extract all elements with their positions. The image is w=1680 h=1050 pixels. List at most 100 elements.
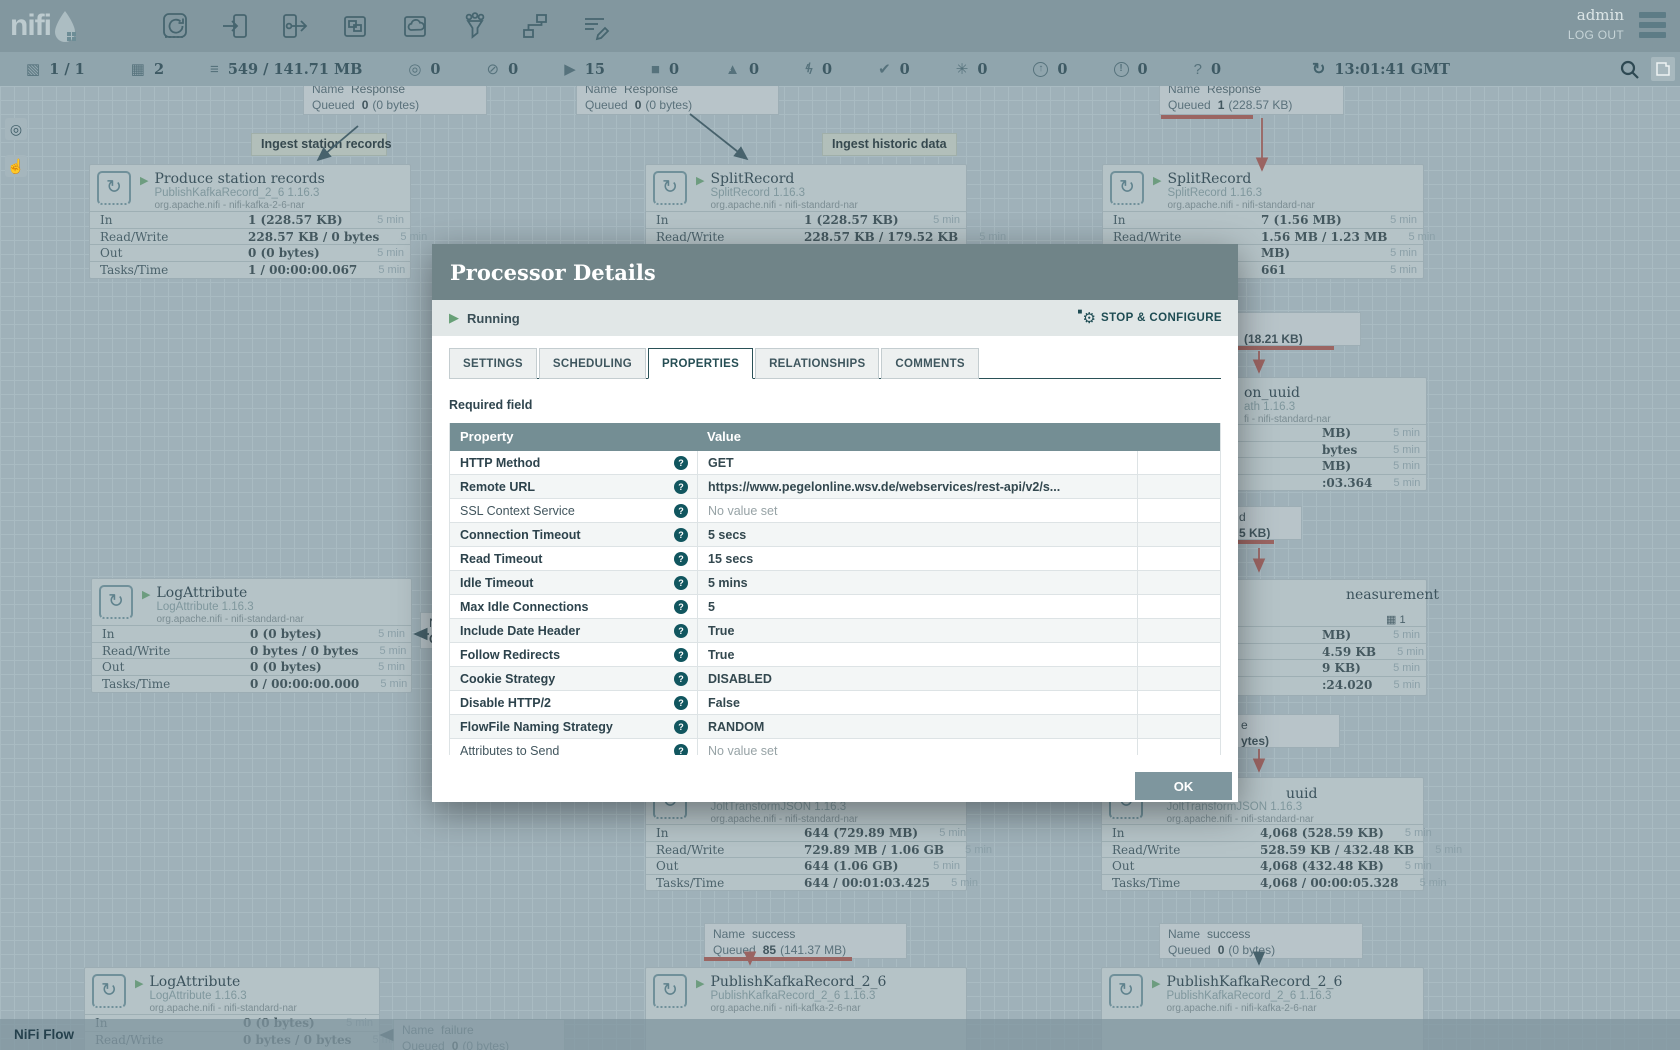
help-icon[interactable]: ? [674,672,688,686]
property-name: Follow Redirects? [450,643,697,667]
running-icon: ▶ [564,62,576,77]
help-icon[interactable]: ? [674,504,688,518]
property-name: Idle Timeout? [450,571,697,595]
properties-table-header: Property Value [450,423,1220,451]
help-icon[interactable]: ? [674,648,688,662]
property-value: DISABLED [697,667,1137,691]
status-count: 0 [1211,61,1221,78]
property-row: Max Idle Connections?5 [450,595,1220,619]
nifi-logo: nifi [10,8,132,44]
remote-process-group-icon[interactable] [398,9,432,43]
status-count: 0 [900,61,910,78]
dialog-title: Processor Details [450,260,656,285]
property-value: No value set [697,739,1137,755]
active-threads-icon: ▦ [131,62,145,77]
tab-relationships[interactable]: RELATIONSHIPS [755,348,879,379]
nifi-logo-text: nifi [10,9,51,43]
property-row: Cookie Strategy?DISABLED [450,667,1220,691]
column-value: Value [697,423,1137,451]
processor-details-dialog: Processor Details ▶ Running ⚙■ STOP & CO… [432,244,1238,802]
help-icon[interactable]: ? [674,552,688,566]
property-name: HTTP Method? [450,451,697,475]
status-count: 0 [1057,61,1067,78]
property-row: Remote URL?https://www.pegelonline.wsv.d… [450,475,1220,499]
property-name: SSL Context Service? [450,499,697,523]
unknown-icon: ? [1194,62,1202,77]
property-row: Read Timeout?15 secs [450,547,1220,571]
property-name: Max Idle Connections? [450,595,697,619]
flow-status-bar: ▧1 / 1▦2≡549 / 141.71 MB◎0⊘0▶15■0▲!0ϟ/0✔… [0,52,1680,86]
global-menu-icon[interactable] [1639,12,1666,42]
status-count: 2 [154,61,164,78]
property-value: 5 secs [697,523,1137,547]
help-icon[interactable]: ? [674,744,688,755]
dialog-header: Processor Details [432,244,1238,300]
not-transmitting-icon: ⊘ [487,62,500,77]
tab-settings[interactable]: SETTINGS [449,348,537,379]
property-value: No value set [697,499,1137,523]
last-refresh-time: 13:01:41 GMT [1334,61,1450,78]
disabled-icon: ϟ/ [805,62,813,77]
property-value: https://www.pegelonline.wsv.de/webservic… [697,475,1137,499]
locally-modified-icon: ✳ [956,62,969,77]
help-icon[interactable]: ? [674,696,688,710]
dialog-status-bar: ▶ Running ⚙■ STOP & CONFIGURE [432,300,1238,336]
property-value: 5 [697,595,1137,619]
stop-and-configure-button[interactable]: ⚙■ STOP & CONFIGURE [1083,309,1222,327]
property-row: Attributes to Send?No value set [450,739,1220,755]
status-count: 15 [585,61,605,78]
help-icon[interactable]: ? [674,576,688,590]
property-row: FlowFile Naming Strategy?RANDOM [450,715,1220,739]
template-icon[interactable] [518,9,552,43]
property-name: FlowFile Naming Strategy? [450,715,697,739]
help-icon[interactable]: ? [674,528,688,542]
stopped-icon: ■ [651,62,660,77]
search-icon[interactable] [1619,59,1640,85]
dialog-tabs: SETTINGSSCHEDULINGPROPERTIESRELATIONSHIP… [449,348,1221,379]
new-template-panel-icon[interactable] [1651,57,1675,81]
tab-comments[interactable]: COMMENTS [881,348,978,379]
input-port-icon[interactable] [218,9,252,43]
invalid-icon: ▲! [725,62,740,77]
stop-configure-icon: ⚙■ [1083,309,1096,327]
nifi-drop-icon [51,8,79,44]
refresh-icon[interactable]: ↻ [1312,59,1325,79]
cluster-icon: ▧ [26,62,40,77]
property-name: Disable HTTP/2? [450,691,697,715]
status-count: 549 / 141.71 MB [228,61,363,78]
up-to-date-icon: ✔ [878,62,891,77]
property-value: 15 secs [697,547,1137,571]
column-property: Property [450,423,697,451]
process-group-icon[interactable] [338,9,372,43]
tab-properties[interactable]: PROPERTIES [648,348,753,379]
running-icon: ▶ [449,310,459,326]
property-value: True [697,619,1137,643]
logout-link[interactable]: LOG OUT [1568,28,1624,42]
breadcrumb-nifi-flow[interactable]: NiFi Flow [14,1019,74,1050]
property-name: Include Date Header? [450,619,697,643]
help-icon[interactable]: ? [674,624,688,638]
property-row: Disable HTTP/2?False [450,691,1220,715]
ok-button[interactable]: OK [1135,772,1232,800]
property-value: GET [697,451,1137,475]
property-value: False [697,691,1137,715]
label-icon[interactable] [578,9,612,43]
help-icon[interactable]: ? [674,456,688,470]
tab-scheduling[interactable]: SCHEDULING [539,348,646,379]
status-count: 0 [430,61,440,78]
help-icon[interactable]: ? [674,720,688,734]
help-icon[interactable]: ? [674,600,688,614]
status-count: 0 [1138,61,1148,78]
funnel-icon[interactable] [458,9,492,43]
property-row: HTTP Method?GET [450,451,1220,475]
property-row: Follow Redirects?True [450,643,1220,667]
breadcrumb-bar: NiFi Flow [0,1019,1680,1050]
property-value: RANDOM [697,715,1137,739]
properties-table: Property Value HTTP Method?GETRemote URL… [449,423,1221,755]
help-icon[interactable]: ? [674,480,688,494]
property-row: Idle Timeout?5 mins [450,571,1220,595]
processor-icon[interactable] [158,9,192,43]
stale-icon: ↑ [1033,62,1048,77]
property-name: Cookie Strategy? [450,667,697,691]
output-port-icon[interactable] [278,9,312,43]
